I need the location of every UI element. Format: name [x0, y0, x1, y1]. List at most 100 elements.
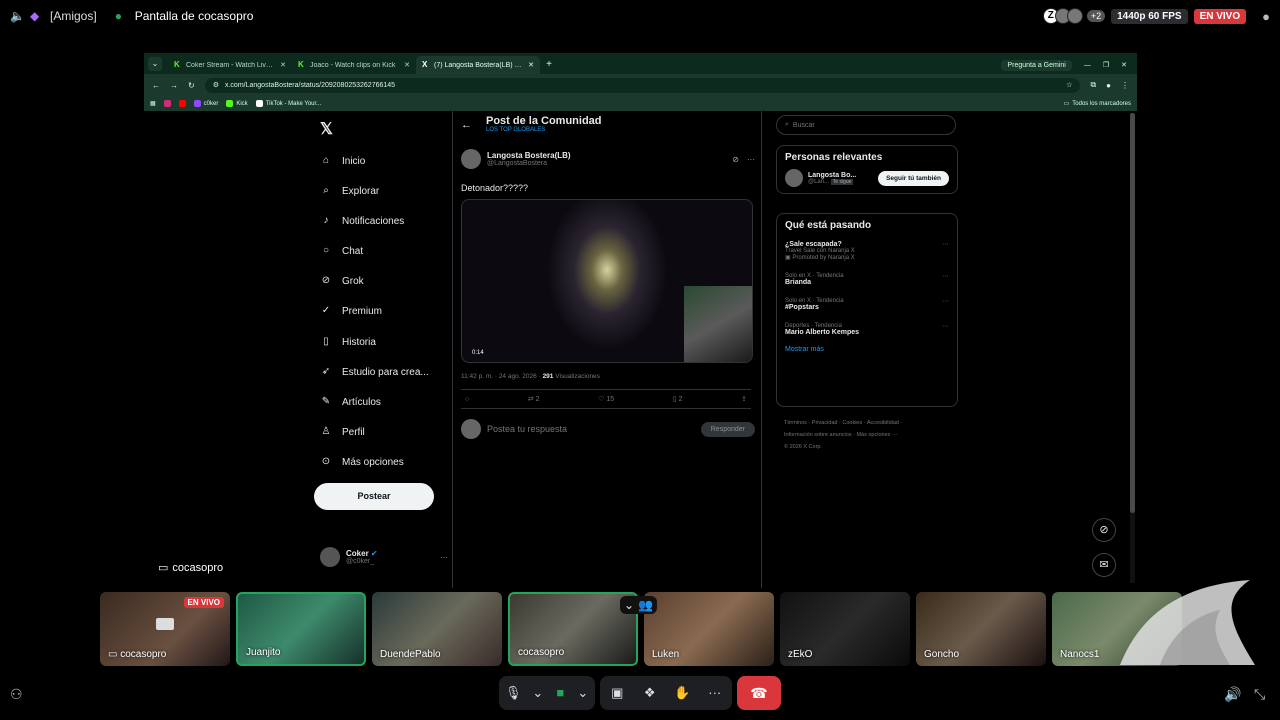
- apps-icon[interactable]: ▦: [150, 100, 156, 107]
- participant-tile[interactable]: Goncho: [916, 592, 1046, 666]
- disconnect-button[interactable]: ☎: [737, 676, 781, 710]
- soundboard-icon[interactable]: ✋: [672, 683, 692, 703]
- fullscreen-exit-icon[interactable]: ⤡: [1254, 686, 1265, 703]
- more-icon[interactable]: ···: [942, 273, 949, 280]
- microphone-icon[interactable]: 🎙: [505, 683, 522, 703]
- bookmark-c0ker[interactable]: c0ker: [193, 100, 218, 107]
- reply-icon[interactable]: ○: [465, 396, 469, 403]
- participant-tile[interactable]: zEkO: [780, 592, 910, 666]
- people-icon[interactable]: 👥: [638, 598, 653, 612]
- viewer-avatars[interactable]: Z: [1042, 8, 1083, 24]
- address-bar[interactable]: ⚙ x.com/LangostaBostera/status/209208025…: [204, 77, 1081, 93]
- tab-coker-stream[interactable]: K Coker Stream - Watch Live on K ✕: [168, 56, 292, 74]
- profile-avatar-icon[interactable]: ●: [1106, 81, 1111, 90]
- like-button[interactable]: ♡ 15: [598, 395, 614, 403]
- bookmark-button[interactable]: ▯ 2: [673, 395, 683, 403]
- menu-icon[interactable]: ⋮: [1121, 81, 1129, 90]
- chat-bubble-icon[interactable]: ●: [1262, 9, 1270, 24]
- post-timestamp[interactable]: 11:42 p. m. · 24 ago. 2026 ·: [461, 373, 541, 380]
- bookmark-star-icon[interactable]: ☆: [1066, 81, 1072, 89]
- messages-float-icon[interactable]: ✉: [1092, 553, 1116, 577]
- trend-item[interactable]: Deportes · Tendencia Mario Alberto Kempe…: [777, 319, 957, 340]
- trend-item[interactable]: Solo en X · Tendencia #Popstars ···: [777, 294, 957, 315]
- nav-home[interactable]: ⌂ Inicio: [320, 151, 365, 171]
- community-name[interactable]: LOS TOP GLOBALES: [486, 127, 602, 133]
- volume-icon[interactable]: 🔊: [1224, 686, 1241, 703]
- reload-icon[interactable]: ↻: [188, 81, 195, 90]
- chevron-down-icon[interactable]: ⌄: [577, 683, 590, 703]
- post-video[interactable]: 0:14: [461, 199, 753, 363]
- nav-creator-studio[interactable]: ➶ Estudio para crea...: [320, 362, 429, 382]
- nav-explore[interactable]: ⌕ Explorar: [320, 181, 379, 201]
- reply-input[interactable]: Postea tu respuesta: [487, 424, 695, 434]
- camera-icon[interactable]: ■: [554, 683, 567, 703]
- scrollbar-thumb[interactable]: [1130, 113, 1135, 513]
- extensions-icon[interactable]: ⧉: [1090, 80, 1096, 90]
- nav-grok[interactable]: ⊘ Grok: [320, 271, 364, 291]
- new-tab-button[interactable]: +: [540, 56, 558, 74]
- author-handle[interactable]: @LangostaBostera: [487, 160, 571, 167]
- tab-search-button[interactable]: ⌄: [148, 57, 162, 71]
- footer-links[interactable]: Información sobre anuncios · Más opcione…: [784, 429, 954, 441]
- grok-icon[interactable]: ⊘: [732, 155, 739, 164]
- close-icon[interactable]: ✕: [280, 61, 286, 69]
- reply-button[interactable]: Responder: [700, 421, 755, 437]
- more-icon[interactable]: ···: [942, 298, 949, 305]
- participant-tile[interactable]: DuendePablo: [372, 592, 502, 666]
- nav-premium[interactable]: ✓ Premium: [320, 301, 382, 321]
- relevant-person[interactable]: Langosta Bo... @Lan... Te sigue Seguir t…: [777, 169, 957, 193]
- follow-button[interactable]: Seguir tú también: [878, 170, 949, 186]
- avatar[interactable]: [461, 149, 481, 169]
- all-bookmarks[interactable]: ▭ Todos los marcadores: [1064, 100, 1131, 108]
- nav-notifications[interactable]: ♪ Notificaciones: [320, 211, 405, 231]
- participant-tile[interactable]: cocasopro: [508, 592, 638, 666]
- guild-icon[interactable]: ◆: [30, 9, 44, 23]
- back-arrow-icon[interactable]: ←: [461, 119, 472, 133]
- more-icon[interactable]: ···: [705, 683, 725, 703]
- participant-tile[interactable]: Juanjito: [236, 592, 366, 666]
- activities-icon[interactable]: ❖: [640, 683, 660, 703]
- nav-articles[interactable]: ✎ Artículos: [320, 392, 381, 412]
- close-icon[interactable]: ✕: [528, 61, 534, 69]
- nav-profile[interactable]: ♙ Perfil: [320, 422, 365, 442]
- close-icon[interactable]: ✕: [404, 61, 410, 69]
- x-logo-icon[interactable]: 𝕏: [320, 119, 333, 139]
- participant-tile[interactable]: Luken: [644, 592, 774, 666]
- close-window-icon[interactable]: ✕: [1121, 61, 1127, 69]
- channel-name[interactable]: [Amigos]: [50, 9, 97, 23]
- footer-links[interactable]: Términos · Privacidad · Cookies · Accesi…: [784, 417, 954, 429]
- tab-x-post[interactable]: X (7) Langosta Bostera(LB) en X: ✕: [416, 56, 540, 74]
- author-name[interactable]: Langosta Bostera(LB): [487, 151, 571, 160]
- nav-chat[interactable]: ○ Chat: [320, 241, 363, 261]
- gemini-button[interactable]: Pregunta a Gemini: [1001, 59, 1072, 71]
- restore-icon[interactable]: ❐: [1103, 61, 1109, 69]
- more-icon[interactable]: ···: [440, 553, 448, 562]
- bookmark-tiktok[interactable]: TikTok - Make Your...: [255, 100, 321, 107]
- share-icon[interactable]: ⇪: [741, 395, 747, 403]
- more-icon[interactable]: ···: [747, 155, 755, 164]
- trend-item[interactable]: Solo en X · Tendencia Brianda ···: [777, 269, 957, 290]
- repost-button[interactable]: ⇄ 2: [528, 395, 540, 403]
- site-info-icon[interactable]: ⚙: [213, 81, 219, 89]
- search-input[interactable]: ⌕ Buscar: [776, 115, 956, 135]
- back-icon[interactable]: ←: [152, 81, 160, 90]
- post-button[interactable]: Postear: [314, 483, 434, 510]
- nav-history[interactable]: ▯ Historia: [320, 332, 376, 352]
- instagram-icon[interactable]: [163, 100, 171, 107]
- tab-joaco-clips[interactable]: K Joaco - Watch clips on Kick ✕: [292, 56, 416, 74]
- scrollbar[interactable]: [1130, 113, 1135, 583]
- nav-more-options[interactable]: ⊙ Más opciones: [320, 452, 404, 472]
- chevron-down-icon[interactable]: ⌄: [624, 598, 634, 612]
- youtube-icon[interactable]: [178, 100, 186, 107]
- minimize-icon[interactable]: —: [1084, 62, 1091, 69]
- account-switcher[interactable]: Coker ✔ @c0ker_ ···: [320, 547, 448, 567]
- url-text[interactable]: x.com/LangostaBostera/status/20920802532…: [225, 82, 395, 89]
- screen-share-icon[interactable]: ▣: [607, 683, 627, 703]
- more-icon[interactable]: ···: [942, 323, 949, 330]
- participant-tile[interactable]: EN VIVO ▭ cocasopro: [100, 592, 230, 666]
- forward-icon[interactable]: →: [170, 81, 178, 90]
- bookmark-kick[interactable]: Kick: [226, 100, 248, 107]
- trend-item[interactable]: ¿Sale escapada? Travel Sale con Naranja …: [777, 237, 957, 265]
- chevron-down-icon[interactable]: ⌄: [532, 683, 545, 703]
- add-person-icon[interactable]: ⚇: [10, 686, 23, 703]
